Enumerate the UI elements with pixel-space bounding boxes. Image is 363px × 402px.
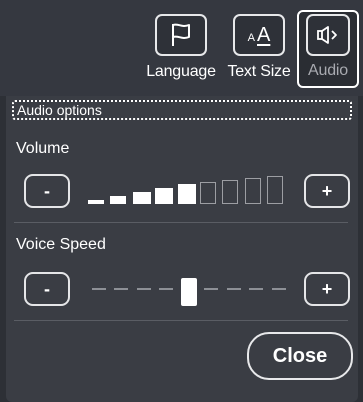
volume-title: Volume: [16, 140, 70, 157]
text-size-label: Text Size: [227, 63, 291, 80]
volume-increase-button[interactable]: +: [304, 174, 350, 208]
speed-step: [136, 288, 151, 290]
speed-step: [159, 288, 174, 290]
speed-step: [226, 288, 241, 290]
speaker-icon: [306, 14, 350, 56]
volume-bar: [267, 176, 284, 204]
volume-bar: [200, 182, 216, 204]
speed-slider-thumb[interactable]: [180, 278, 197, 306]
divider: [14, 222, 348, 223]
close-button[interactable]: Close: [247, 332, 353, 380]
audio-button[interactable]: Audio: [297, 10, 359, 88]
volume-bar: [177, 184, 196, 204]
volume-bar: [132, 192, 151, 204]
text-size-icon: AA: [233, 14, 285, 56]
app-frame: Language AA Text Size Audio Audio option…: [0, 0, 363, 402]
volume-bar: [155, 188, 174, 204]
language-label: Language: [146, 63, 216, 80]
speed-step: [92, 288, 106, 290]
plus-icon: +: [321, 278, 333, 299]
speed-step: [204, 288, 219, 290]
speed-step: [249, 288, 264, 290]
volume-bar: [88, 200, 104, 204]
volume-decrease-button[interactable]: -: [24, 174, 70, 208]
voice-speed-title: Voice Speed: [16, 236, 106, 253]
text-size-button[interactable]: AA Text Size: [222, 10, 296, 90]
audio-label: Audio: [308, 62, 348, 79]
minus-icon: -: [44, 278, 50, 299]
divider: [14, 320, 348, 321]
volume-bar: [110, 196, 127, 204]
volume-bar: [244, 178, 261, 204]
toolbar: Language AA Text Size Audio: [0, 0, 363, 96]
flag-icon: [155, 14, 207, 56]
speed-step: [114, 288, 129, 290]
voice-speed-slider[interactable]: [88, 278, 290, 318]
voice-speed-decrease-button[interactable]: -: [24, 272, 70, 306]
volume-level-meter[interactable]: [88, 174, 290, 208]
minus-icon: -: [44, 180, 50, 201]
panel-header: Audio options: [12, 100, 352, 120]
plus-icon: +: [321, 180, 333, 201]
volume-bar: [222, 180, 239, 204]
language-button[interactable]: Language: [144, 10, 218, 90]
speed-step: [271, 288, 286, 290]
voice-speed-increase-button[interactable]: +: [304, 272, 350, 306]
